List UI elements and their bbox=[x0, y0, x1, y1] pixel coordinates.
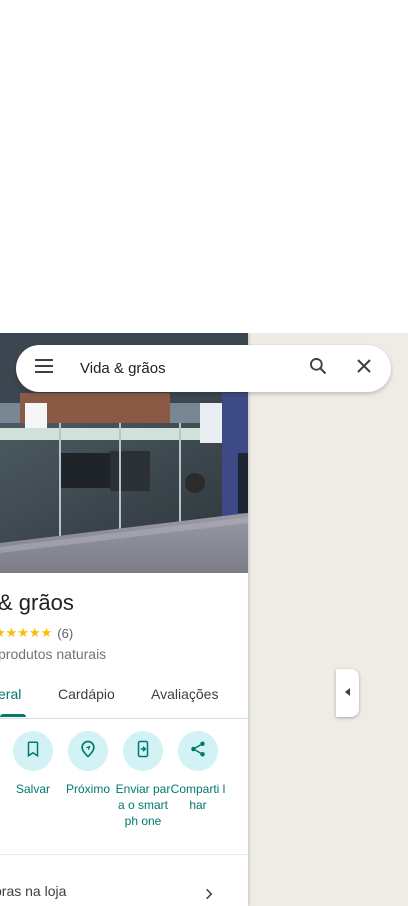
active-tab-indicator bbox=[0, 714, 26, 717]
send-to-phone-label: Enviar para o smartph one bbox=[115, 782, 171, 828]
info-row-text: pras na loja bbox=[0, 883, 67, 899]
save-label: Salvar bbox=[15, 782, 50, 796]
tab-reviews[interactable]: Avaliações bbox=[151, 686, 218, 702]
nearby-label: Próximo bbox=[65, 782, 110, 796]
close-icon bbox=[356, 358, 372, 379]
clear-search-button[interactable] bbox=[341, 345, 387, 392]
menu-icon bbox=[34, 358, 54, 379]
place-tabs: eral Cardápio Avaliações bbox=[0, 674, 248, 719]
rating-row[interactable]: ★★★★★ (6) bbox=[0, 625, 73, 641]
bookmark-icon bbox=[24, 740, 42, 763]
collapse-panel-button[interactable] bbox=[336, 669, 359, 717]
search-input[interactable]: Vida & grãos bbox=[72, 360, 295, 377]
section-divider bbox=[0, 854, 248, 855]
chevron-right-icon bbox=[202, 887, 216, 906]
maps-viewport: & grãos ★★★★★ (6) produtos naturais eral… bbox=[0, 333, 408, 906]
share-label: Comparti lhar bbox=[170, 782, 226, 812]
place-title: & grãos bbox=[0, 590, 74, 615]
search-box: Vida & grãos bbox=[16, 345, 391, 392]
search-button[interactable] bbox=[295, 345, 341, 392]
save-button[interactable]: Salvar bbox=[3, 731, 63, 797]
send-to-phone-button[interactable]: Enviar para o smartph one bbox=[113, 731, 173, 829]
map-canvas[interactable] bbox=[248, 333, 408, 906]
place-panel: & grãos ★★★★★ (6) produtos naturais eral… bbox=[0, 333, 248, 906]
menu-button[interactable] bbox=[16, 345, 72, 392]
rating-stars: ★★★★★ bbox=[0, 625, 53, 640]
place-category[interactable]: produtos naturais bbox=[0, 646, 106, 662]
send-to-phone-icon bbox=[134, 740, 152, 763]
info-row-shopping[interactable]: pras na loja bbox=[0, 877, 248, 906]
search-icon bbox=[308, 356, 328, 381]
nearby-button[interactable]: Próximo bbox=[58, 731, 118, 797]
share-button[interactable]: Comparti lhar bbox=[168, 731, 228, 813]
share-icon bbox=[189, 740, 207, 763]
tab-overview[interactable]: eral bbox=[0, 686, 21, 702]
nearby-icon bbox=[78, 739, 98, 764]
rating-count[interactable]: (6) bbox=[57, 626, 73, 641]
tab-menu[interactable]: Cardápio bbox=[58, 686, 115, 702]
caret-left-icon bbox=[344, 684, 352, 702]
